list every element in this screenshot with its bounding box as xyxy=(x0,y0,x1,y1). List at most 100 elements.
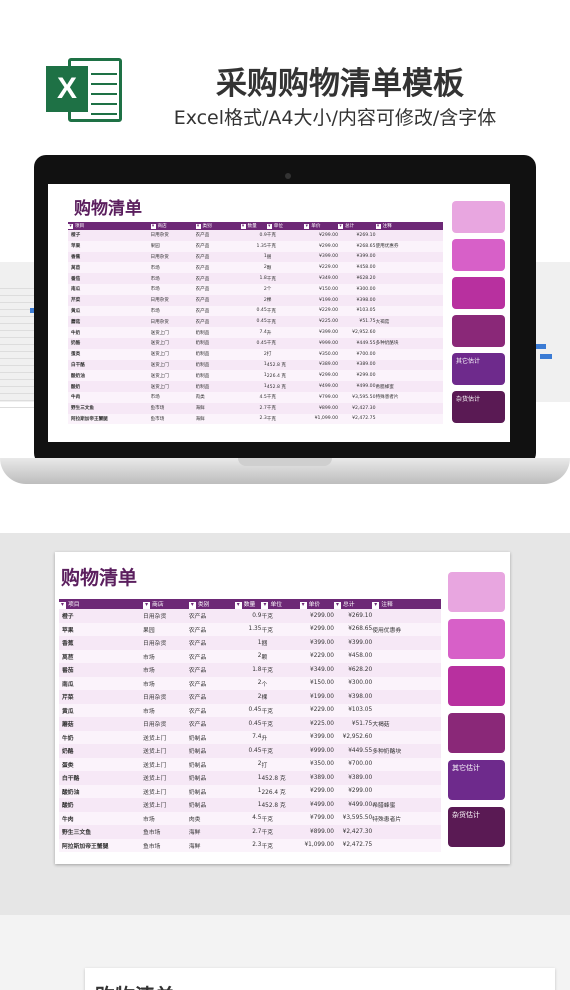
cell-qty[interactable]: 0.45 xyxy=(240,305,267,317)
cell-price[interactable]: ¥199.00 xyxy=(304,294,338,306)
cell-item[interactable]: 酸奶油 xyxy=(68,370,151,382)
table-row[interactable]: 野生三文鱼 鱼市场 海鲜 2.7 千克 ¥899.00 ¥2,427.30 xyxy=(59,825,441,839)
cell-store[interactable]: 送货上门 xyxy=(150,370,196,382)
cell-category[interactable]: 肉类 xyxy=(188,811,235,825)
filter-dropdown-icon[interactable]: ▾ xyxy=(150,224,156,229)
cell-item[interactable]: 酸奶 xyxy=(68,381,151,392)
cell-total[interactable]: ¥2,472.75 xyxy=(338,413,376,425)
cell-unit[interactable]: 千克 xyxy=(266,230,305,241)
cell-item[interactable]: 苹果 xyxy=(59,622,144,636)
cell-note[interactable]: 使用优惠券 xyxy=(372,622,441,636)
estimate-tile[interactable]: 杂货估计 xyxy=(452,391,505,423)
cell-note[interactable] xyxy=(372,609,441,623)
cell-item[interactable]: 奶酪 xyxy=(68,337,151,349)
table-row[interactable]: 牛奶 送货上门 奶制品 7.4 升 ¥399.00 ¥2,952.60 xyxy=(68,327,443,338)
cell-note[interactable] xyxy=(372,663,441,677)
cell-store[interactable]: 送货上门 xyxy=(143,757,189,771)
cell-unit[interactable]: 千克 xyxy=(266,305,305,317)
cell-category[interactable]: 奶制品 xyxy=(188,798,235,812)
table-row[interactable]: 南瓜 市场 农产品 2 个 ¥150.00 ¥300.00 xyxy=(68,283,443,295)
cell-store[interactable]: 市场 xyxy=(143,649,189,663)
filter-dropdown-icon[interactable]: ▾ xyxy=(372,602,380,609)
cell-category[interactable]: 农产品 xyxy=(188,703,235,717)
table-row[interactable]: 莴苣 市场 农产品 2 颗 ¥229.00 ¥458.00 xyxy=(59,649,441,663)
table-row[interactable]: 蛋类 送货上门 奶制品 2 打 ¥350.00 ¥700.00 xyxy=(59,757,441,771)
cell-total[interactable]: ¥103.05 xyxy=(338,305,376,317)
cell-total[interactable]: ¥300.00 xyxy=(338,283,376,295)
cell-price[interactable]: ¥349.00 xyxy=(299,663,334,677)
cell-store[interactable]: 市场 xyxy=(143,811,189,825)
cell-price[interactable]: ¥1,099.00 xyxy=(304,413,338,425)
cell-item[interactable]: 黄瓜 xyxy=(68,305,151,317)
cell-total[interactable]: ¥458.00 xyxy=(334,649,373,663)
cell-store[interactable]: 送货上门 xyxy=(150,348,196,360)
cell-total[interactable]: ¥628.20 xyxy=(334,663,373,677)
cell-item[interactable]: 牛肉 xyxy=(59,811,144,825)
cell-note[interactable] xyxy=(375,294,443,306)
cell-item[interactable]: 橙子 xyxy=(59,609,144,623)
column-header[interactable]: ▾ 总计 xyxy=(338,222,376,230)
cell-item[interactable]: 橙子 xyxy=(68,230,151,241)
cell-store[interactable]: 市场 xyxy=(150,283,196,295)
cell-qty[interactable]: 2 xyxy=(234,649,262,663)
cell-note[interactable] xyxy=(372,838,441,852)
estimate-tile[interactable]: 其它估计 xyxy=(452,353,505,385)
cell-note[interactable]: 多种奶酪块 xyxy=(375,337,443,349)
cell-price[interactable]: ¥350.00 xyxy=(304,348,338,360)
table-row[interactable]: 蛋类 送货上门 奶制品 2 打 ¥350.00 ¥700.00 xyxy=(68,348,443,360)
column-header[interactable]: ▾ 注释 xyxy=(372,599,441,609)
cell-total[interactable]: ¥458.00 xyxy=(338,262,376,274)
cell-price[interactable]: ¥299.00 xyxy=(299,784,334,798)
cell-note[interactable] xyxy=(372,771,441,785)
table-row[interactable]: 番茄 市场 农产品 1.8 千克 ¥349.00 ¥628.20 xyxy=(68,273,443,284)
cell-item[interactable]: 芹菜 xyxy=(59,690,144,704)
estimate-tile[interactable]: 其它估计 xyxy=(448,760,505,800)
cell-category[interactable]: 海鲜 xyxy=(195,402,241,414)
cell-category[interactable]: 奶制品 xyxy=(188,784,235,798)
cell-qty[interactable]: 0.45 xyxy=(234,744,262,758)
cell-qty[interactable]: 2 xyxy=(240,262,267,274)
column-header[interactable]: ▾ 商店 xyxy=(143,599,189,609)
column-header[interactable]: ▾ 商店 xyxy=(150,222,196,230)
cell-note[interactable] xyxy=(375,327,443,338)
estimate-tile[interactable] xyxy=(448,666,505,706)
cell-item[interactable]: 蘑菇 xyxy=(68,316,151,328)
cell-store[interactable]: 市场 xyxy=(150,273,196,284)
cell-item[interactable]: 莴苣 xyxy=(59,649,144,663)
cell-price[interactable]: ¥389.00 xyxy=(304,359,338,371)
cell-qty[interactable]: 1.35 xyxy=(234,622,262,636)
cell-item[interactable]: 苹果 xyxy=(68,240,151,252)
cell-qty[interactable]: 2 xyxy=(234,690,262,704)
cell-qty[interactable]: 1.8 xyxy=(240,273,267,284)
cell-price[interactable]: ¥399.00 xyxy=(299,730,334,744)
column-header[interactable]: ▾ 项目 xyxy=(59,599,144,609)
table-row[interactable]: 野生三文鱼 鱼市场 海鲜 2.7 千克 ¥899.00 ¥2,427.30 xyxy=(68,402,443,414)
cell-note[interactable] xyxy=(372,703,441,717)
estimate-tile[interactable]: 杂货估计 xyxy=(448,807,505,847)
cell-note[interactable] xyxy=(372,730,441,744)
cell-category[interactable]: 奶制品 xyxy=(195,337,241,349)
cell-note[interactable] xyxy=(375,370,443,382)
cell-price[interactable]: ¥899.00 xyxy=(299,825,334,839)
column-header[interactable]: ▾ 项目 xyxy=(68,222,151,230)
cell-unit[interactable]: 个 xyxy=(266,283,305,295)
cell-note[interactable] xyxy=(372,649,441,663)
column-header[interactable]: ▾ 单位 xyxy=(266,222,305,230)
cell-price[interactable]: ¥399.00 xyxy=(304,327,338,338)
estimate-tile[interactable] xyxy=(452,277,505,309)
cell-note[interactable]: 希腊蜂蜜 xyxy=(375,381,443,392)
cell-item[interactable]: 南瓜 xyxy=(59,676,144,690)
cell-price[interactable]: ¥299.00 xyxy=(304,370,338,382)
cell-store[interactable]: 鱼市场 xyxy=(150,402,196,414)
cell-unit[interactable]: 千克 xyxy=(266,316,305,328)
cell-total[interactable]: ¥103.05 xyxy=(334,703,373,717)
cell-note[interactable]: 大褐菇 xyxy=(372,717,441,731)
table-row[interactable]: 牛肉 市场 肉类 4.5 千克 ¥799.00 ¥3,595.50 特殊患者片 xyxy=(68,391,443,403)
cell-category[interactable]: 奶制品 xyxy=(195,327,241,338)
table-row[interactable]: 奶酪 送货上门 奶制品 0.45 千克 ¥999.00 ¥449.55 多种奶酪块 xyxy=(59,744,441,758)
cell-category[interactable]: 奶制品 xyxy=(195,359,241,371)
cell-unit[interactable]: 千克 xyxy=(266,402,305,414)
filter-dropdown-icon[interactable]: ▾ xyxy=(338,224,343,229)
filter-dropdown-icon[interactable]: ▾ xyxy=(68,224,73,229)
cell-qty[interactable]: 1 xyxy=(234,771,262,785)
